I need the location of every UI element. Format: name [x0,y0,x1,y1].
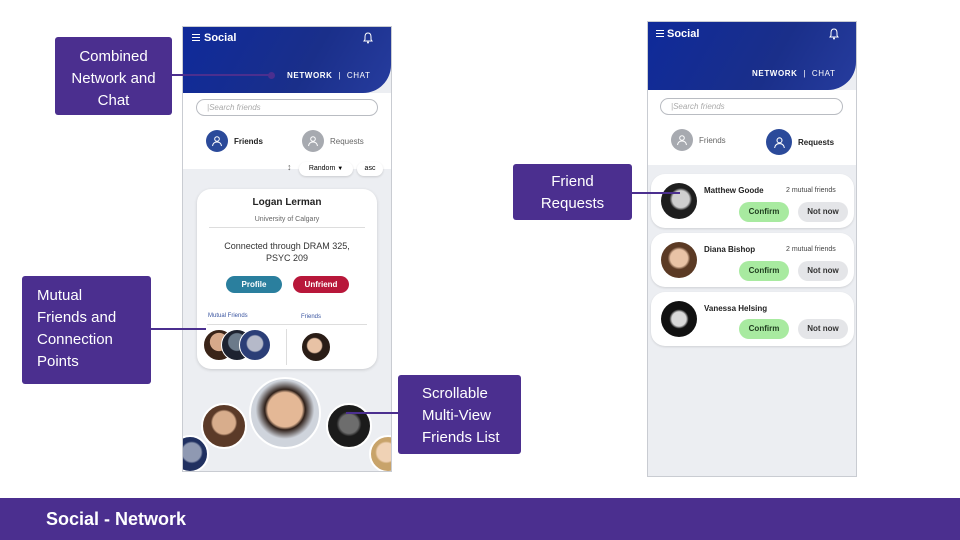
sort-order-value: Random [308,165,336,172]
nav-separator: | [803,69,807,78]
callout-friend-requests: Friend Requests [513,164,632,220]
search-input[interactable]: |Search friends [196,99,378,116]
not-now-button[interactable]: Not now [798,261,848,281]
tab-requests[interactable]: Requests [766,129,834,155]
sort-direction-button[interactable]: asc [357,162,383,176]
request-row: Diana Bishop 2 mutual friends Confirm No… [651,233,854,287]
friend-bubble-avatar-featured[interactable] [249,377,321,449]
divider [209,227,365,228]
mutual-friend-avatar[interactable] [239,329,271,361]
divider [286,329,287,365]
friends-label: Friends [301,314,322,320]
person-icon [302,130,324,152]
sort-arrows-icon[interactable]: ↕ [287,162,292,172]
friend-school: University of Calgary [254,216,320,223]
friend-bubble-avatar[interactable] [201,403,247,449]
request-name: Matthew Goode [704,186,764,195]
tab-requests-label: Requests [798,137,835,147]
menu-icon[interactable] [192,34,200,43]
connection-text: Connected through DRAM 325, PSYC 209 [224,241,350,263]
divider [207,324,367,325]
app-title: Social [204,32,237,44]
confirm-button[interactable]: Confirm [739,319,789,339]
callout-mutual-friends: Mutual Friends and Connection Points [22,276,151,384]
callout-connector [151,328,206,330]
sort-order-select[interactable]: Random ▼ [299,162,353,176]
tab-friends[interactable]: Friends [671,129,726,151]
friend-avatar[interactable] [301,332,331,362]
mutual-friends-label: Mutual Friends [208,313,248,319]
callout-scrollable-list: Scrollable Multi-View Friends List [398,375,521,454]
person-icon [671,129,693,151]
confirm-button[interactable]: Confirm [739,202,789,222]
tab-requests-label: Requests [330,136,364,146]
unfriend-button[interactable]: Unfriend [293,276,349,293]
network-chat-toggle[interactable]: NETWORK | CHAT [752,69,835,78]
mutual-count: 2 mutual friends [786,246,836,253]
request-row: Matthew Goode 2 mutual friends Confirm N… [651,174,854,228]
callout-connector [172,74,272,76]
controls-zone: |Search friends Friends Requests [648,90,856,165]
bell-icon[interactable] [362,32,374,44]
controls-zone: |Search friends Friends Requests [183,93,391,169]
chevron-down-icon: ▼ [337,166,344,172]
friend-card: Logan Lerman University of Calgary Conne… [197,189,377,369]
not-now-button[interactable]: Not now [798,202,848,222]
request-row: Vanessa Helsing Confirm Not now [651,292,854,346]
friend-bubble-avatar[interactable] [369,435,391,471]
tab-chat[interactable]: CHAT [347,71,371,80]
tab-network[interactable]: NETWORK [752,69,798,78]
footer-bar: Social - Network [0,498,960,540]
nav-separator: | [338,71,342,80]
app-header: Social NETWORK | CHAT [183,27,391,93]
friend-bubble-avatar[interactable] [326,403,372,449]
tab-chat[interactable]: CHAT [812,69,836,78]
callout-connector-dot [268,72,275,79]
slide-title: Social - Network [46,509,187,529]
request-name: Vanessa Helsing [704,304,768,313]
profile-button[interactable]: Profile [226,276,282,293]
person-icon [206,130,228,152]
phone-requests-view: Social NETWORK | CHAT |Search friends Fr… [647,21,857,477]
menu-icon[interactable] [656,30,664,39]
tab-friends-label: Friends [234,136,263,146]
app-header: Social NETWORK | CHAT [648,22,856,90]
friend-bubble-avatar[interactable] [183,435,209,471]
network-chat-toggle[interactable]: NETWORK | CHAT [287,71,370,80]
mutual-count: 2 mutual friends [786,187,836,194]
person-icon [766,129,792,155]
search-input[interactable]: |Search friends [660,98,843,115]
tab-requests[interactable]: Requests [302,130,364,152]
request-avatar[interactable] [661,301,697,337]
callout-connector [346,412,398,414]
bell-icon[interactable] [828,28,840,40]
confirm-button[interactable]: Confirm [739,261,789,281]
friend-name: Logan Lerman [252,197,322,208]
request-avatar[interactable] [661,242,697,278]
tab-friends-label: Friends [699,135,726,145]
callout-connector [632,192,680,194]
callout-combined-network-chat: Combined Network and Chat [55,37,172,115]
not-now-button[interactable]: Not now [798,319,848,339]
tab-friends[interactable]: Friends [206,130,263,152]
phone-network-view: Social NETWORK | CHAT |Search friends Fr… [182,26,392,472]
request-name: Diana Bishop [704,245,756,254]
app-title: Social [667,28,700,40]
tab-network[interactable]: NETWORK [287,71,333,80]
request-avatar[interactable] [661,183,697,219]
